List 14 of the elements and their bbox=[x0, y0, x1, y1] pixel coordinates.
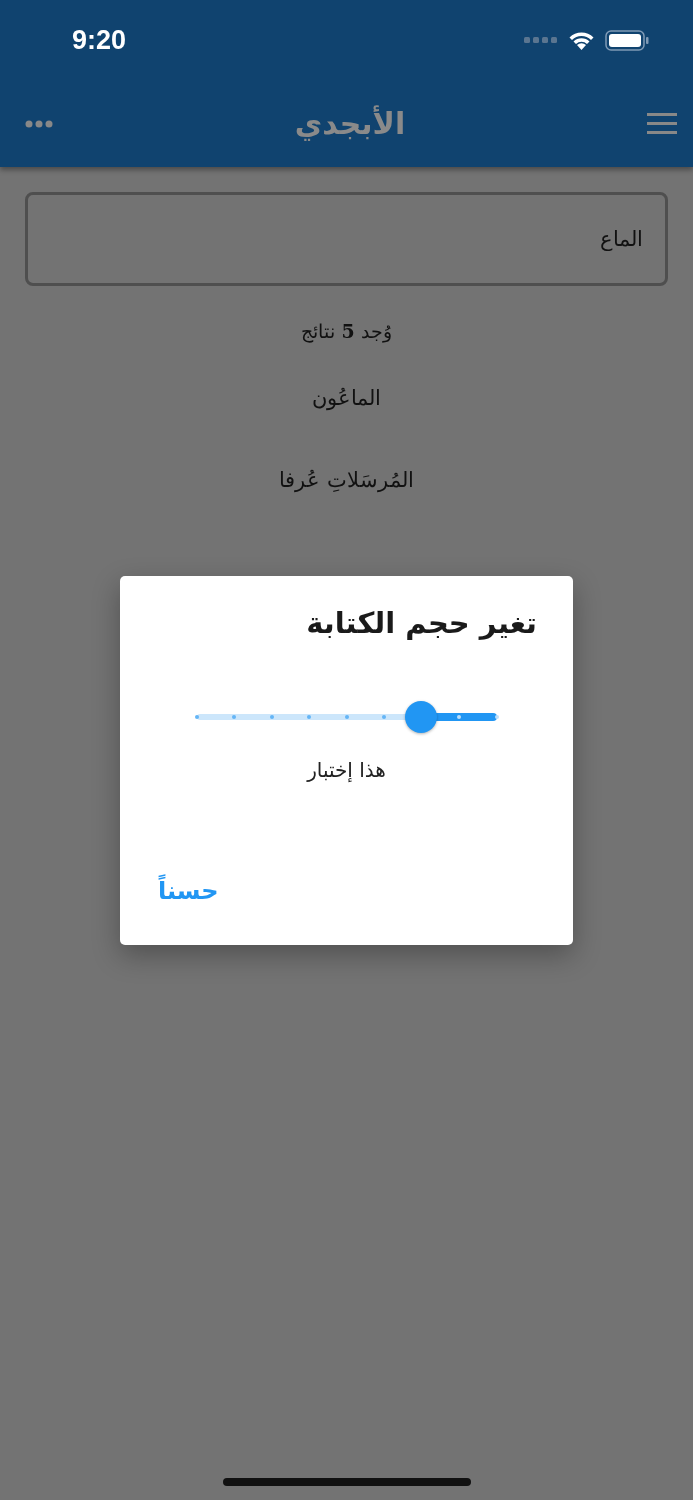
app-title: الأبجدي bbox=[294, 106, 406, 141]
battery-icon bbox=[605, 29, 649, 51]
ok-button[interactable]: حسناً bbox=[156, 873, 221, 909]
menu-icon[interactable] bbox=[647, 113, 677, 134]
result-item[interactable]: الماعُون bbox=[312, 386, 381, 410]
wifi-icon bbox=[568, 30, 595, 50]
result-item[interactable]: المُرسَلاتِ عُرفا bbox=[279, 468, 414, 492]
search-field[interactable]: الماع bbox=[25, 192, 668, 286]
preview-text: هذا إختبار bbox=[305, 758, 387, 782]
font-size-slider[interactable] bbox=[196, 700, 497, 734]
more-icon[interactable] bbox=[25, 119, 53, 128]
status-time: 9:20 bbox=[72, 24, 127, 56]
signal-icon bbox=[524, 36, 558, 44]
dialog-title: تغير حجم الكتابة bbox=[305, 606, 537, 640]
